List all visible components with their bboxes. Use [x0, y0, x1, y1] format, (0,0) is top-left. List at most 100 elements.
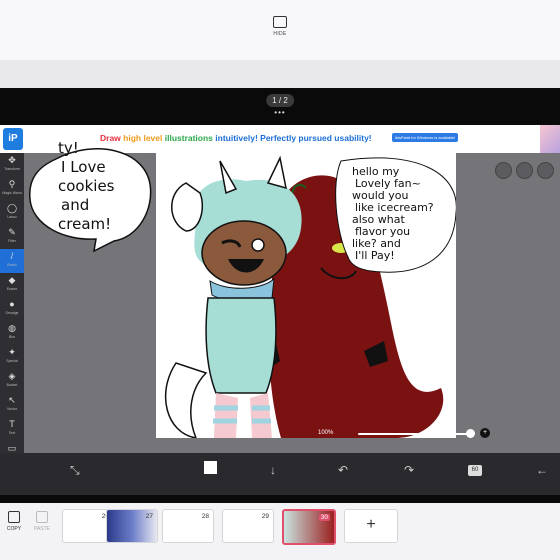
bubble-text-line: cookies	[58, 177, 115, 195]
tool-label: Magic Wand	[2, 191, 22, 195]
circle-icon[interactable]	[516, 162, 533, 179]
copy-button[interactable]: COPY	[2, 511, 26, 532]
zoom-control[interactable]: 100% +	[296, 427, 506, 441]
ibispaint-logo: iP	[3, 128, 23, 150]
cat-ear	[266, 155, 287, 190]
tool-filter[interactable]: ✎ Filter	[0, 225, 24, 249]
thumbnail-number: 30	[318, 514, 330, 521]
tool-icon: ◆	[8, 275, 16, 285]
bubble-text-line: I'll Pay!	[355, 249, 395, 262]
bottom-toolbar: ⤡ ↓ ↶ ↷ 60 ←	[0, 453, 560, 495]
thumbnail-number: 28	[201, 513, 209, 520]
tool-label: Lasso	[7, 215, 17, 219]
back-icon[interactable]: ←	[536, 463, 548, 477]
brown-face	[201, 220, 287, 286]
transform-icon[interactable]: ⤡	[70, 463, 80, 478]
tool-special[interactable]: ✦ Special	[0, 345, 24, 369]
color-swatch[interactable]	[204, 461, 217, 474]
tool-label: Bucket	[6, 383, 18, 387]
tool-label: Blur	[8, 335, 16, 339]
download-icon[interactable]: ↓	[270, 463, 276, 477]
hide-button[interactable]: HIDE	[266, 16, 294, 46]
tool-palette: ✥ Transform ⚲ Magic Wand ◯ Lasso ✎ Filter / Brush…	[0, 153, 24, 495]
zoom-slider-track[interactable]	[358, 433, 468, 435]
page-indicator: 1 / 2	[266, 94, 294, 107]
tool-blur[interactable]: ◍ Blur	[0, 321, 24, 345]
tool-icon: ◯	[6, 203, 18, 213]
canvas-area[interactable]: hello my Lovely fan~ would you like icecrea…	[24, 139, 560, 453]
tool-label: Filter	[8, 239, 16, 243]
paste-icon	[36, 511, 48, 523]
tool-icon: ●	[9, 299, 15, 309]
ad-text-3: illustrations	[164, 133, 216, 143]
thumbnail-27[interactable]: 27	[106, 509, 158, 543]
tool-text[interactable]: T Text	[0, 417, 24, 441]
top-bar: HIDE	[0, 0, 560, 60]
bubble-text-line: I Love	[61, 158, 106, 176]
more-options-icon[interactable]: •••	[274, 108, 285, 117]
zoom-plus-icon[interactable]: +	[480, 428, 490, 438]
hide-label: HIDE	[273, 31, 287, 37]
layers-button[interactable]: 60	[468, 465, 482, 476]
tool-icon: T	[9, 419, 15, 429]
zoom-slider-knob[interactable]	[466, 429, 475, 438]
tool-label: Transform	[4, 167, 20, 171]
copy-icon	[8, 511, 20, 523]
tool-bucket[interactable]: ◈ Bucket	[0, 369, 24, 393]
tool-transform[interactable]: ✥ Transform	[0, 153, 24, 177]
ad-artwork	[540, 125, 560, 153]
tool-eraser[interactable]: ◆ Eraser	[0, 273, 24, 297]
tool-label: Special	[6, 359, 18, 363]
thumbnail-30[interactable]: 30	[282, 509, 336, 545]
bubble-text-line: cream!	[58, 215, 111, 233]
thumbnail-number: 27	[145, 513, 153, 520]
striped-leg-left	[214, 393, 238, 438]
tool-label: Brush	[7, 263, 17, 267]
tool-brush[interactable]: / Brush	[0, 249, 24, 273]
ad-text-4: intuitively! Perfectly pursued usability…	[215, 133, 372, 143]
tool-label: Smudge	[5, 311, 19, 315]
tool-icon: ↖	[8, 395, 16, 405]
bubble-text-line: ty!	[58, 139, 79, 157]
tool-smudge[interactable]: ● Smudge	[0, 297, 24, 321]
tool-icon: /	[10, 251, 14, 261]
ad-badge[interactable]: ibisPaint for Windows is available!	[392, 133, 459, 142]
hide-icon	[273, 16, 287, 28]
camera-icon[interactable]	[495, 162, 512, 179]
tool-lasso[interactable]: ◯ Lasso	[0, 201, 24, 225]
canvas-quick-icons	[491, 162, 554, 184]
thumbnail-strip: COPY PASTE 26 27 28 29 30 +	[0, 503, 560, 560]
tool-label: Vector	[7, 407, 17, 411]
thumbnail-28[interactable]: 28	[162, 509, 214, 543]
tool-vector[interactable]: ↖ Vector	[0, 393, 24, 417]
white-tail	[164, 362, 208, 438]
tool-icon: ✎	[8, 227, 16, 237]
eye-right	[251, 238, 265, 252]
drawing-canvas[interactable]: hello my Lovely fan~ would you like icecrea…	[156, 153, 456, 438]
tool-icon: ✥	[8, 155, 16, 165]
paste-button[interactable]: PASTE	[30, 511, 54, 532]
ibispaint-screen: iP Draw high level illustrations intuiti…	[0, 125, 560, 495]
tool-icon: ◍	[8, 323, 16, 333]
paste-label: PASTE	[33, 526, 51, 532]
add-image-button[interactable]: +	[344, 509, 398, 543]
undo-icon[interactable]: ↶	[338, 463, 348, 477]
speech-bubble-left: ty!I Lovecookiesandcream!	[29, 139, 152, 253]
gray-band	[0, 60, 560, 88]
tool-label: Text	[8, 431, 16, 435]
thumbnail-29[interactable]: 29	[222, 509, 274, 543]
tool-icon: ⚲	[8, 179, 16, 189]
tool-magic-wand[interactable]: ⚲ Magic Wand	[0, 177, 24, 201]
tool-icon: ✦	[8, 347, 16, 357]
copy-label: COPY	[6, 526, 22, 532]
zoom-percent: 100%	[318, 430, 334, 436]
tool-icon: ◈	[8, 371, 16, 381]
artwork: hello myLovely fan~would youlike icecrea…	[164, 155, 456, 438]
bubble-text-line: and	[61, 196, 89, 214]
tool-label: Eraser	[6, 287, 18, 291]
striped-leg-right	[250, 393, 272, 438]
frame-icon[interactable]	[537, 162, 554, 179]
redo-icon[interactable]: ↷	[404, 463, 414, 477]
ice-cream-cone	[171, 182, 204, 232]
thumbnail-number: 29	[261, 513, 269, 520]
